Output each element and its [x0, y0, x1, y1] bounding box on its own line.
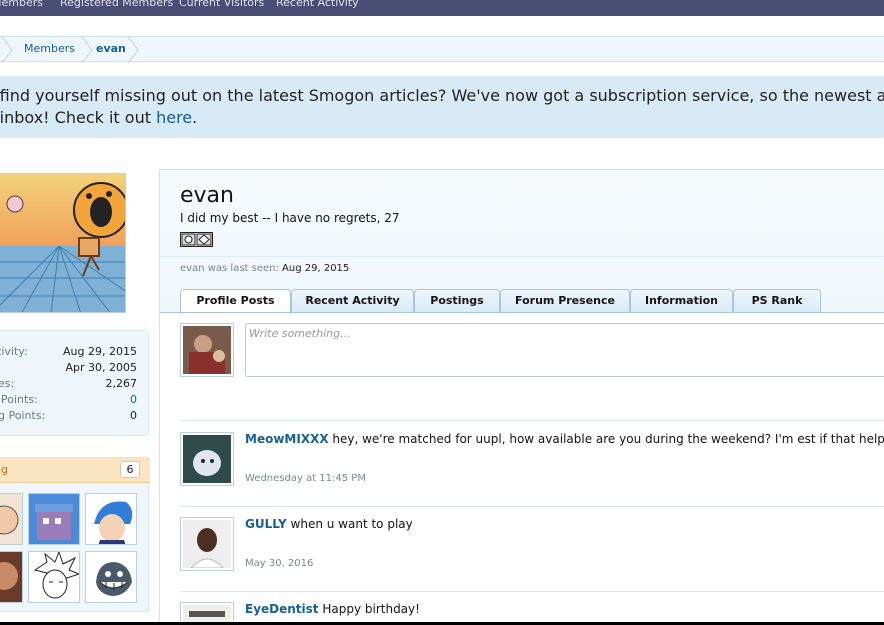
- nav-members[interactable]: Members: [0, 0, 43, 9]
- avatar-image: [0, 494, 22, 544]
- profile-avatar[interactable]: [0, 173, 126, 313]
- following-avatar[interactable]: [28, 551, 80, 603]
- following-header[interactable]: ing 6: [0, 458, 150, 483]
- avatar-image: [183, 326, 231, 374]
- stat-joined: l: Apr 30, 2005: [0, 361, 137, 377]
- breadcrumb-members[interactable]: Members: [24, 42, 75, 55]
- current-user-avatar[interactable]: [180, 323, 234, 377]
- post-text: GULLY when u want to play: [245, 517, 413, 531]
- stat-value: Aug 29, 2015: [63, 345, 137, 358]
- post-author-link[interactable]: GULLY: [245, 517, 287, 531]
- last-seen-value: Aug 29, 2015: [282, 263, 350, 274]
- status-input[interactable]: [249, 327, 879, 340]
- member-stats: ctivity: Aug 29, 2015 l: Apr 30, 2005 ge…: [0, 330, 149, 436]
- avatar-image: [86, 494, 136, 544]
- top-navigation: Members Registered Members Current Visit…: [0, 0, 884, 16]
- notice-here-link[interactable]: here: [156, 108, 192, 127]
- post-divider: [180, 506, 884, 507]
- breadcrumb-chevron-icon: [1, 37, 13, 63]
- post-message: when u want to play: [286, 517, 413, 531]
- profile-avatar-image: [0, 174, 125, 312]
- tab-postings[interactable]: Postings: [414, 289, 500, 313]
- stat-points: y Points: 0: [0, 393, 137, 409]
- post-author-link[interactable]: MeowMIXXX: [245, 432, 329, 446]
- post-divider: [180, 591, 884, 592]
- notice-line-1: r find yourself missing out on the lates…: [0, 86, 884, 105]
- post-author-link[interactable]: EyeDentist: [245, 602, 319, 616]
- profile-user-title: I did my best -- I have no regrets, 27: [180, 211, 400, 225]
- following-panel: ing 6: [0, 457, 150, 612]
- avatar-image: [0, 552, 22, 602]
- following-title: ing: [0, 463, 9, 476]
- stat-value: Apr 30, 2005: [65, 361, 137, 374]
- notice-line-2-text: r inbox! Check it out: [0, 108, 157, 127]
- stat-label: y Points:: [0, 393, 38, 406]
- following-avatar[interactable]: [28, 493, 80, 545]
- nav-registered-members[interactable]: Registered Members: [60, 0, 173, 9]
- tab-forum-presence[interactable]: Forum Presence: [500, 289, 630, 313]
- stat-last-activity: ctivity: Aug 29, 2015: [0, 345, 137, 361]
- stat-label: ctivity:: [0, 345, 28, 358]
- post-message: Happy birthday!: [318, 602, 420, 616]
- subscription-notice: r find yourself missing out on the lates…: [0, 76, 884, 138]
- tab-profile-posts[interactable]: Profile Posts: [180, 289, 291, 314]
- header-divider: [160, 256, 884, 257]
- stat-label: ges:: [0, 377, 15, 390]
- trophy-badge-icon: [180, 232, 213, 247]
- profile-username: evan: [180, 183, 234, 208]
- post-avatar[interactable]: [180, 432, 234, 486]
- stat-value: 0: [130, 409, 137, 422]
- badge-image: [181, 233, 212, 246]
- stat-value: 2,267: [105, 377, 138, 390]
- last-seen: evan was last seen: Aug 29, 2015: [180, 263, 349, 274]
- post-date[interactable]: May 30, 2016: [245, 558, 313, 569]
- profile-main: evan I did my best -- I have no regrets,…: [159, 169, 884, 625]
- notice-line-2: r inbox! Check it out here.: [0, 108, 197, 127]
- stat-label: ng Points:: [0, 409, 46, 422]
- post-divider: [180, 420, 884, 421]
- profile-header: evan I did my best -- I have no regrets,…: [160, 170, 884, 314]
- breadcrumb-chevron-icon: [127, 37, 139, 63]
- avatar-image: [29, 552, 79, 602]
- post-date[interactable]: Wednesday at 11:45 PM: [245, 473, 366, 484]
- stat-value-link[interactable]: 0: [130, 393, 137, 406]
- avatar-image: [86, 552, 136, 602]
- following-avatar[interactable]: [0, 551, 23, 603]
- post-text: EyeDentist Happy birthday!: [245, 602, 420, 616]
- nav-current-visitors[interactable]: Current Visitors: [179, 0, 264, 9]
- notice-line-2-end: .: [192, 108, 198, 127]
- nav-recent-activity[interactable]: Recent Activity: [276, 0, 359, 9]
- avatar-image: [183, 435, 231, 483]
- tab-information[interactable]: Information: [630, 289, 733, 313]
- tab-ps-rank[interactable]: PS Rank: [733, 289, 821, 313]
- breadcrumb-chevron-icon: [81, 37, 93, 63]
- stat-messages: ges: 2,267: [0, 377, 137, 393]
- following-avatar[interactable]: [85, 493, 137, 545]
- following-avatar[interactable]: [0, 493, 23, 545]
- post-avatar[interactable]: [180, 517, 234, 571]
- status-input-box[interactable]: [245, 323, 884, 377]
- following-count-badge: 6: [120, 461, 140, 478]
- breadcrumb: Members evan: [0, 36, 884, 63]
- stat-ranking-points: ng Points: 0: [0, 409, 137, 425]
- tab-bar-line: [160, 312, 884, 313]
- tab-recent-activity[interactable]: Recent Activity: [291, 289, 414, 313]
- avatar-image: [183, 520, 231, 569]
- post-text: MeowMIXXX hey, we're matched for uupl, h…: [245, 432, 884, 446]
- breadcrumb-current[interactable]: evan: [96, 42, 126, 55]
- post-message: hey, we're matched for uupl, how availab…: [328, 432, 884, 446]
- avatar-image: [29, 494, 79, 544]
- following-avatar[interactable]: [85, 551, 137, 603]
- last-seen-label: evan was last seen:: [180, 263, 279, 274]
